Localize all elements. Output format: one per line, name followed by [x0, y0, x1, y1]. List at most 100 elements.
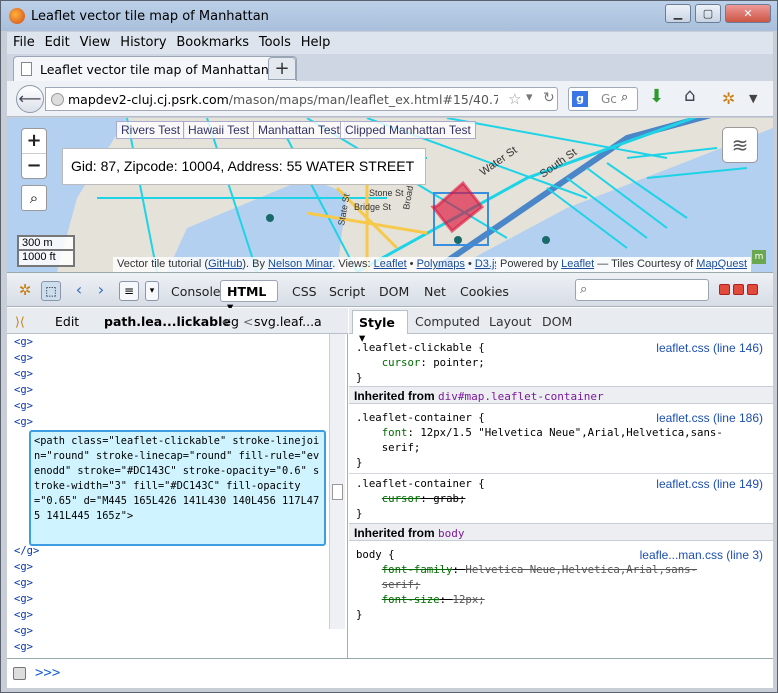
close-button[interactable]: ✕ — [725, 4, 771, 23]
menu-tools[interactable]: Tools — [259, 32, 291, 54]
breadcrumb-path[interactable]: path.lea...lickable — [104, 314, 231, 329]
tab-style[interactable]: Style ▾ — [352, 310, 408, 345]
menu-bookmarks[interactable]: Bookmarks — [176, 32, 249, 54]
tab-net[interactable]: Net — [424, 284, 446, 299]
google-icon[interactable]: g — [572, 91, 588, 107]
search-icon[interactable]: ⌕ — [621, 90, 628, 105]
style-pane: Style ▾ Computed Layout DOM .leaflet-cli… — [349, 308, 773, 659]
tree-node[interactable]: <g> — [14, 641, 33, 657]
tree-node[interactable]: <g> — [14, 593, 33, 609]
html-scrollbar[interactable] — [329, 334, 345, 629]
map-search-icon[interactable]: ⌕ — [21, 185, 47, 211]
tab-console[interactable]: Console — [171, 284, 221, 299]
firebug-close-button[interactable] — [747, 284, 758, 295]
back-button[interactable]: ⟵ — [16, 85, 44, 113]
tree-node[interactable]: <g> — [14, 609, 33, 625]
url-text[interactable]: mapdev2-cluj.cj.psrk.com/mason/maps/man/… — [68, 92, 498, 107]
home-icon[interactable]: ⌂ — [684, 85, 695, 106]
menu-dropdown-icon[interactable]: ▼ — [749, 92, 757, 105]
tree-node[interactable]: <g> — [14, 352, 33, 368]
url-bar[interactable]: mapdev2-cluj.cj.psrk.com/mason/maps/man/… — [45, 87, 558, 111]
zoom-in-button[interactable]: + — [22, 129, 46, 154]
tree-node[interactable]: <g> — [14, 400, 33, 416]
leaflet-link[interactable]: Leaflet — [374, 258, 407, 270]
tree-node[interactable]: <g> — [14, 577, 33, 593]
css-source-link[interactable]: leaflet.css (line 186) — [656, 411, 763, 425]
firebug-search-input[interactable]: ⌕ — [575, 279, 709, 301]
firebug-minimize-button[interactable] — [719, 284, 730, 295]
tab-leaflet-map[interactable]: Leaflet vector tile map of Manhattan — [13, 56, 297, 81]
bookmark-star-icon[interactable]: ☆ — [508, 90, 521, 108]
tab-script[interactable]: Script — [329, 284, 365, 299]
tree-node[interactable]: <g> — [14, 561, 33, 577]
url-host: mapdev2-cluj.cj.psrk.com — [68, 92, 229, 107]
command-line[interactable]: >>> — [7, 658, 773, 688]
edit-button[interactable]: Edit — [55, 314, 79, 329]
dropdown-icon[interactable]: ▾ — [526, 90, 533, 105]
polymaps-link[interactable]: Polymaps — [417, 258, 465, 270]
menu-file[interactable]: File — [13, 32, 35, 54]
css-source-link[interactable]: leaflet.css (line 149) — [656, 477, 763, 491]
html-pane: ⟩⟨ Edit path.lea...lickable < g < svg.le… — [7, 308, 348, 659]
clipped-manhattan-test-button[interactable]: Clipped Manhattan Test — [340, 121, 476, 139]
minimize-button[interactable]: ▁ — [665, 4, 691, 23]
tree-node-close[interactable]: </g> — [14, 545, 39, 561]
firebug-menu-icon[interactable]: ✲ — [15, 281, 35, 301]
forward-arrow-icon[interactable]: › — [91, 281, 111, 301]
tab-html[interactable]: HTML ▾ — [220, 280, 278, 314]
tree-node[interactable]: <g> — [14, 384, 33, 400]
manhattan-test-button[interactable]: Manhattan Test — [253, 121, 345, 139]
search-box[interactable]: g Gc ⌕ — [568, 87, 638, 111]
command-editor-icon[interactable] — [13, 667, 26, 680]
firebug-detach-button[interactable] — [733, 284, 744, 295]
css-source-link[interactable]: leafle...man.css (line 3) — [640, 548, 763, 562]
selected-path-node[interactable]: <path class="leaflet-clickable" stroke-l… — [29, 430, 326, 546]
inspect-icon[interactable]: ⬚ — [41, 281, 61, 301]
tree-node[interactable]: <g> — [14, 368, 33, 384]
map-tiles[interactable]: Water St South St Stone St Bridge St Sta… — [7, 118, 773, 272]
firebug-toolbar: ✲ ⬚ ‹ › ≡ ▾ Console HTML ▾ CSS Script DO… — [7, 273, 773, 314]
menu-view[interactable]: View — [80, 32, 111, 54]
breadcrumb-svg[interactable]: svg.leaf...a — [254, 314, 322, 329]
globe-icon — [51, 93, 64, 106]
css-source-link[interactable]: leaflet.css (line 146) — [656, 341, 763, 355]
breadcrumb-toggle-icon[interactable]: ⟩⟨ — [15, 314, 25, 329]
tree-node[interactable]: <g> — [14, 336, 33, 352]
info-box: Gid: 87, Zipcode: 10004, Address: 55 WAT… — [62, 148, 426, 185]
maximize-button[interactable]: ▢ — [695, 4, 721, 23]
firebug-icon[interactable]: ✲ — [722, 89, 735, 108]
reload-icon[interactable]: ↻ — [543, 90, 555, 106]
hawaii-test-button[interactable]: Hawaii Test — [183, 121, 255, 139]
download-icon[interactable]: ⬇ — [649, 86, 664, 107]
mapquest-link[interactable]: MapQuest — [696, 258, 747, 270]
back-arrow-icon[interactable]: ‹ — [69, 281, 89, 301]
author-link[interactable]: Nelson Minar — [268, 258, 332, 270]
new-tab-button[interactable]: + — [268, 57, 296, 80]
tab-dom-side[interactable]: DOM — [542, 314, 572, 329]
tree-node[interactable]: <g> — [14, 625, 33, 641]
leaflet-credit-link[interactable]: Leaflet — [561, 258, 594, 270]
breadcrumb-g[interactable]: g — [231, 314, 239, 329]
menu-bar: File Edit View History Bookmarks Tools H… — [7, 32, 773, 54]
zoom-out-button[interactable]: − — [22, 154, 46, 179]
menu-history[interactable]: History — [120, 32, 166, 54]
scale-meters: 300 m — [17, 235, 75, 251]
map-container[interactable]: Water St South St Stone St Bridge St Sta… — [7, 118, 773, 272]
tab-cookies[interactable]: Cookies — [460, 284, 509, 299]
panel-list-icon[interactable]: ≡ — [119, 281, 139, 301]
tab-layout[interactable]: Layout — [489, 314, 532, 329]
rivers-test-button[interactable]: Rivers Test — [116, 121, 186, 139]
menu-edit[interactable]: Edit — [45, 32, 70, 54]
browser-window: Leaflet vector tile map of Manhattan ▁ ▢… — [0, 0, 778, 693]
panel-dropdown-icon[interactable]: ▾ — [145, 281, 159, 301]
css-rule-clickable: .leaflet-clickable { cursor: pointer; } — [356, 341, 485, 384]
breadcrumb: ⟩⟨ Edit path.lea...lickable < g < svg.le… — [7, 308, 348, 334]
tab-dom[interactable]: DOM — [379, 284, 409, 299]
tab-label: Leaflet vector tile map of Manhattan — [40, 62, 269, 77]
tab-computed[interactable]: Computed — [415, 314, 480, 329]
menu-help[interactable]: Help — [301, 32, 331, 54]
github-link[interactable]: GitHub — [208, 258, 242, 270]
tab-css[interactable]: CSS — [292, 284, 317, 299]
inherited-header-body: Inherited from body — [349, 523, 773, 541]
layers-icon[interactable]: ≋ — [722, 127, 758, 163]
